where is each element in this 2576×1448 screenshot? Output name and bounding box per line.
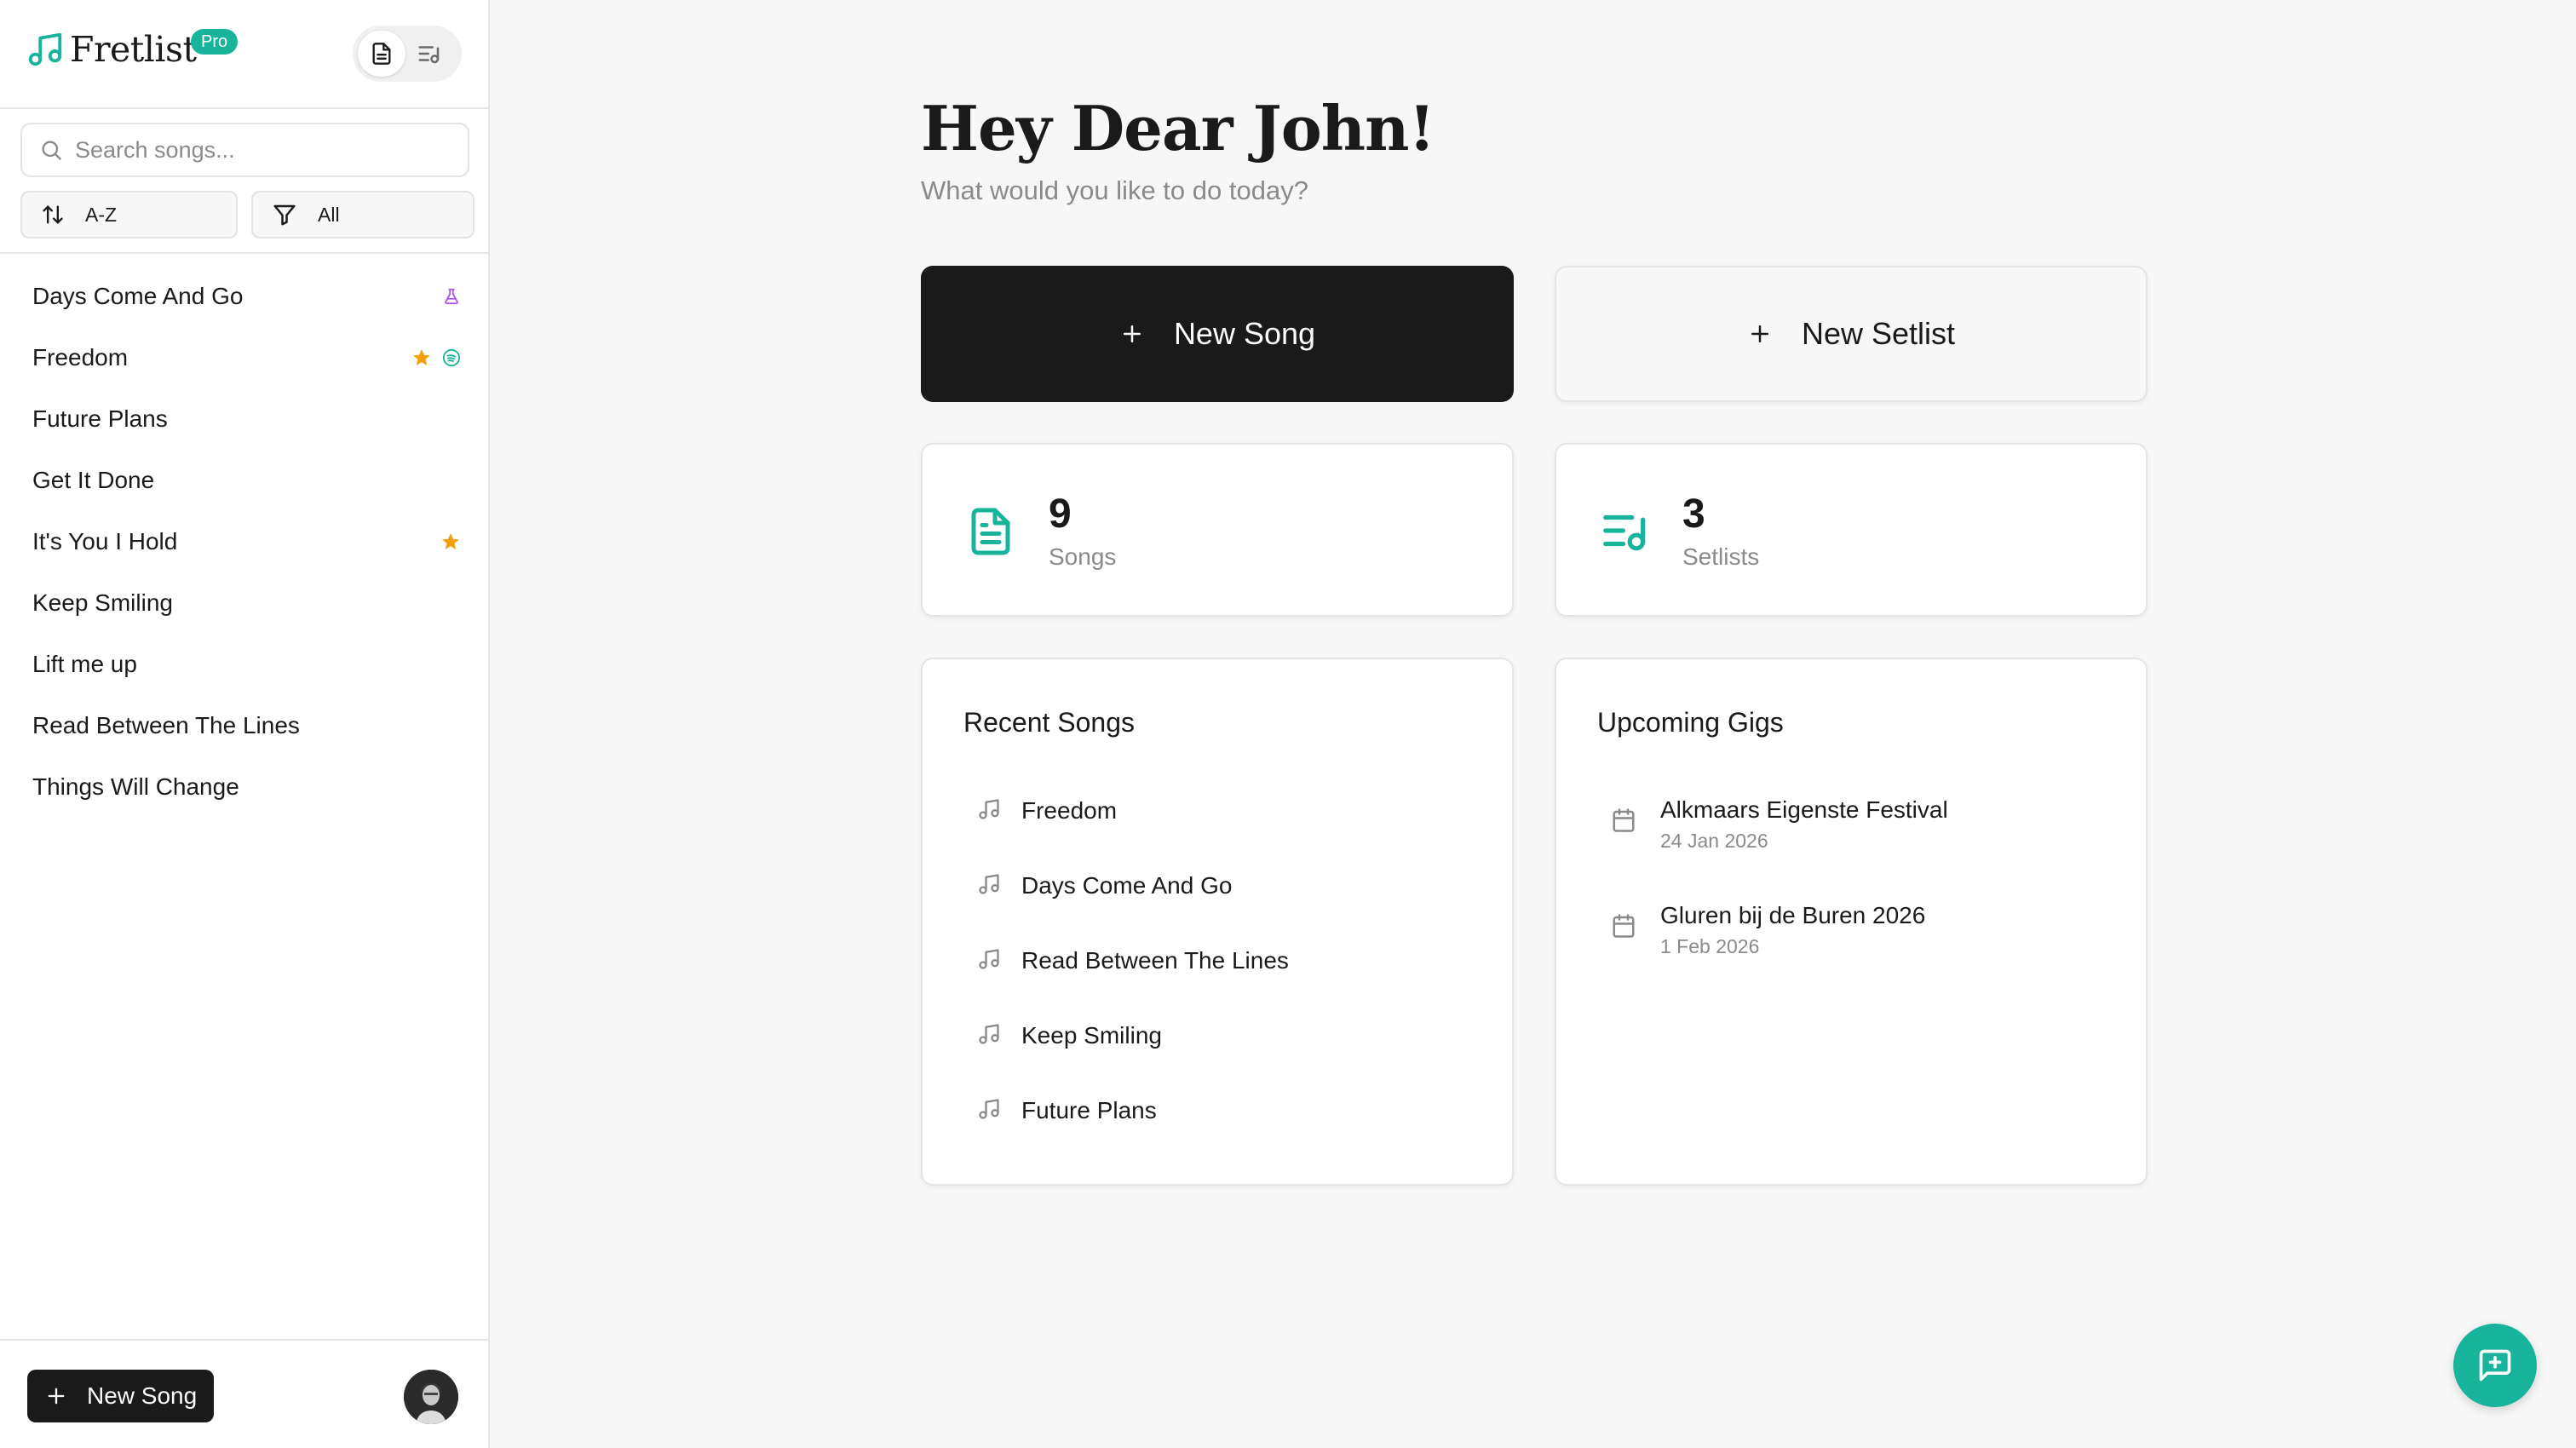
recent-songs-list: Freedom Days Come And Go Read Between Th… (977, 796, 1289, 1170)
song-title: Lift me up (32, 651, 137, 677)
recent-song-item[interactable]: Freedom (977, 796, 1289, 871)
song-list-container: Days Come And Go Freedom Future Plans Ge… (0, 252, 488, 818)
recent-songs-panel: Recent Songs Freedom Days Come And Go Re… (921, 658, 1514, 1186)
gig-name: Alkmaars Eigenste Festival (1660, 796, 1948, 823)
song-list-item[interactable]: Things Will Change (0, 756, 488, 818)
song-title: Days Come And Go (32, 283, 244, 309)
user-avatar[interactable] (404, 1370, 458, 1424)
recent-song-item[interactable]: Days Come And Go (977, 871, 1289, 945)
new-setlist-button[interactable]: New Setlist (1555, 266, 2148, 402)
song-title: Future Plans (32, 405, 168, 432)
gig-item[interactable]: Gluren bij de Buren 2026 1 Feb 2026 (1611, 901, 1948, 1007)
sidebar: Fretlist Pro A-Z (0, 0, 490, 1448)
gig-date: 24 Jan 2026 (1660, 830, 1768, 852)
gig-name: Gluren bij de Buren 2026 (1660, 902, 1926, 928)
main-content: Hey Dear John! What would you like to do… (492, 0, 2576, 1448)
songs-view-button[interactable] (358, 31, 405, 77)
recent-song-item[interactable]: Read Between The Lines (977, 945, 1289, 1020)
recent-song-title: Days Come And Go (1021, 872, 1233, 899)
document-icon (971, 508, 1010, 555)
song-title: Get It Done (32, 467, 155, 493)
recent-songs-title: Recent Songs (963, 707, 1136, 738)
upcoming-gigs-list: Alkmaars Eigenste Festival 24 Jan 2026 G… (1611, 796, 1948, 1007)
music-note-icon (979, 1024, 999, 1044)
song-list: Days Come And Go Freedom Future Plans Ge… (0, 254, 488, 818)
sidebar-footer: New Song (0, 1339, 488, 1448)
feedback-chat-button[interactable] (2453, 1324, 2537, 1407)
music-note-icon (979, 1099, 999, 1119)
music-note-icon (28, 32, 62, 66)
song-title: Read Between The Lines (32, 712, 300, 738)
setlists-count-label: Setlists (1682, 543, 1760, 570)
spotify-icon (442, 348, 461, 367)
song-list-item[interactable]: Days Come And Go (0, 266, 488, 327)
user-avatar-icon (404, 1370, 458, 1424)
page-title: Hey Dear John! (921, 92, 1435, 164)
music-note-icon (979, 949, 999, 969)
list-music-icon (1603, 514, 1646, 551)
search-box (20, 123, 469, 177)
page-subtitle: What would you like to do today? (921, 175, 1308, 205)
calendar-icon (1613, 808, 1635, 832)
view-toggle (353, 26, 462, 82)
song-list-item[interactable]: Get It Done (0, 450, 488, 511)
recent-song-title: Freedom (1021, 797, 1118, 824)
plus-icon (1123, 325, 1141, 342)
plus-icon (1751, 325, 1768, 342)
pro-badge: Pro (191, 29, 239, 55)
upcoming-gigs-panel: Upcoming Gigs Alkmaars Eigenste Festival… (1555, 658, 2148, 1186)
message-plus-icon (2479, 1349, 2511, 1382)
setlists-stat-card[interactable]: 3 Setlists (1555, 443, 2148, 617)
list-music-icon (418, 46, 440, 64)
songs-stat-card[interactable]: 9 Songs (921, 443, 1514, 617)
recent-song-title: Read Between The Lines (1021, 947, 1289, 974)
music-note-icon (979, 874, 999, 894)
sidebar-header: Fretlist Pro (0, 0, 488, 109)
sidebar-new-song-button[interactable]: New Song (27, 1370, 215, 1422)
gig-item[interactable]: Alkmaars Eigenste Festival 24 Jan 2026 (1611, 796, 1948, 901)
song-title: Keep Smiling (32, 589, 173, 616)
app-logo[interactable]: Fretlist (26, 29, 197, 70)
calendar-icon (1613, 914, 1635, 938)
flask-icon (445, 288, 458, 305)
recent-song-item[interactable]: Future Plans (977, 1095, 1289, 1170)
new-song-button[interactable]: New Song (921, 266, 1514, 402)
star-icon (413, 349, 430, 365)
recent-song-title: Future Plans (1021, 1097, 1157, 1123)
song-list-item[interactable]: Keep Smiling (0, 572, 488, 634)
music-note-icon (979, 799, 999, 819)
song-list-item[interactable]: Freedom (0, 327, 488, 388)
setlists-count: 3 (1682, 491, 1705, 537)
plus-icon (48, 1388, 65, 1405)
gig-date: 1 Feb 2026 (1660, 935, 1760, 957)
document-icon (372, 43, 391, 65)
sort-label: A-Z (85, 203, 118, 226)
song-list-item[interactable]: Lift me up (0, 634, 488, 695)
song-title: It's You I Hold (32, 528, 178, 554)
filter-icon (273, 204, 296, 226)
filter-bar: A-Z All (20, 191, 474, 238)
new-setlist-label: New Setlist (1801, 316, 1956, 351)
song-title: Freedom (32, 344, 129, 371)
sort-button[interactable]: A-Z (20, 191, 238, 238)
star-icon (442, 533, 459, 549)
sort-arrows-icon (43, 205, 63, 224)
app-name: Fretlist (70, 29, 197, 70)
filter-label: All (318, 203, 340, 226)
song-list-item[interactable]: Future Plans (0, 388, 488, 450)
search-icon (42, 141, 61, 160)
songs-count: 9 (1049, 491, 1072, 537)
new-song-label: New Song (1173, 316, 1316, 351)
song-list-item[interactable]: It's You I Hold (0, 511, 488, 572)
song-title: Things Will Change (32, 773, 239, 800)
recent-song-item[interactable]: Keep Smiling (977, 1020, 1289, 1095)
setlists-view-button[interactable] (405, 31, 453, 77)
filter-button[interactable]: All (251, 191, 474, 238)
sidebar-new-song-label: New Song (87, 1382, 198, 1409)
songs-count-label: Songs (1049, 543, 1117, 570)
upcoming-gigs-title: Upcoming Gigs (1597, 707, 1784, 738)
search-input[interactable] (75, 136, 450, 164)
song-list-item[interactable]: Read Between The Lines (0, 695, 488, 756)
recent-song-title: Keep Smiling (1021, 1022, 1162, 1049)
